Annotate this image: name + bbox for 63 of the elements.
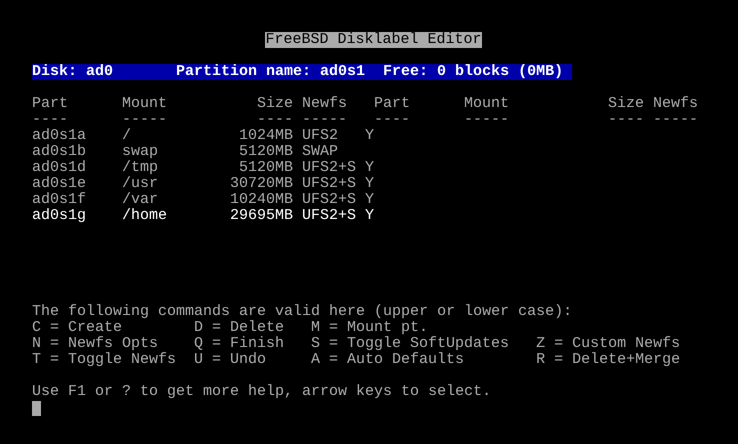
- command-hint: N = Newfs Opts: [32, 336, 160, 352]
- command-hint: S = Toggle SoftUpdates: [311, 336, 510, 352]
- size-cell-text: 29695MB: [228, 208, 293, 224]
- command-hint: U = Undo: [194, 352, 268, 368]
- header-underline: -----: [464, 112, 510, 128]
- header-underline: ----: [374, 112, 412, 128]
- column-header: Newfs: [302, 96, 348, 112]
- disk-label: Disk: ad0: [32, 64, 114, 80]
- header-underline: ----: [606, 112, 644, 128]
- command-hint: T = Toggle Newfs: [32, 352, 178, 368]
- text-cursor-icon: [32, 401, 41, 416]
- column-header: Size: [256, 96, 293, 112]
- mount-cell-text: /: [122, 128, 132, 144]
- newfs-flag-cell: Y: [365, 192, 374, 208]
- partition-label: Partition name: ad0s1: [176, 64, 366, 80]
- help-text: Use F1 or ? to get more help, arrow keys to select.: [32, 384, 492, 400]
- command-hint: A = Auto Defaults: [311, 352, 466, 368]
- column-header: Part: [374, 96, 412, 112]
- command-hint: C = Create: [32, 320, 124, 336]
- partition-cell-text: ad0s1g: [32, 208, 88, 224]
- mount-cell-text: /usr: [122, 176, 160, 192]
- newfs-cell-text: UFS2: [302, 128, 340, 144]
- size-cell-text: 10240MB: [228, 192, 293, 208]
- size-cell-text: 5120MB: [238, 144, 293, 160]
- column-header: Mount: [464, 96, 510, 112]
- size-cell-text: 1024MB: [238, 128, 293, 144]
- free-space-label: Free: 0 blocks (0MB): [383, 64, 564, 80]
- newfs-cell-text: UFS2+S: [302, 176, 358, 192]
- size-cell-text: 30720MB: [228, 176, 293, 192]
- newfs-flag-cell: Y: [365, 176, 374, 192]
- command-hint: Q = Finish: [194, 336, 286, 352]
- mount-cell-text: /tmp: [122, 160, 160, 176]
- mount-cell-text: swap: [122, 144, 160, 160]
- command-hint: R = Delete+Merge: [536, 352, 680, 368]
- column-header: Newfs: [653, 96, 700, 112]
- header-underline: -----: [122, 112, 168, 128]
- newfs-flag-cell: Y: [365, 160, 374, 176]
- size-cell-text: 5120MB: [238, 160, 293, 176]
- mount-cell-text: /home: [122, 208, 168, 224]
- newfs-cell-text: UFS2+S: [302, 208, 358, 224]
- header-underline: -----: [653, 112, 700, 128]
- header-underline: ----: [32, 112, 70, 128]
- column-header: Size: [606, 96, 644, 112]
- partition-cell-text: ad0s1d: [32, 160, 88, 176]
- newfs-cell-text: UFS2+S: [302, 192, 358, 208]
- screen-title: FreeBSD Disklabel Editor: [265, 32, 482, 48]
- command-hint: M = Mount pt.: [311, 320, 430, 336]
- column-header: Part: [32, 96, 70, 112]
- mount-cell-text: /var: [122, 192, 160, 208]
- command-hint: D = Delete: [194, 320, 286, 336]
- header-underline: -----: [302, 112, 348, 128]
- partition-cell-text: ad0s1e: [32, 176, 88, 192]
- partition-cell-text: ad0s1a: [32, 128, 88, 144]
- newfs-flag-cell: Y: [365, 208, 374, 224]
- newfs-cell-text: UFS2+S: [302, 160, 358, 176]
- newfs-flag-cell: Y: [365, 128, 374, 144]
- newfs-cell-text: SWAP: [302, 144, 340, 160]
- command-hint: Z = Custom Newfs: [536, 336, 680, 352]
- column-header: Mount: [122, 96, 168, 112]
- partition-cell-text: ad0s1f: [32, 192, 88, 208]
- commands-intro: The following commands are valid here (upper or lower case):: [32, 304, 574, 320]
- header-underline: ----: [256, 112, 293, 128]
- partition-cell-text: ad0s1b: [32, 144, 88, 160]
